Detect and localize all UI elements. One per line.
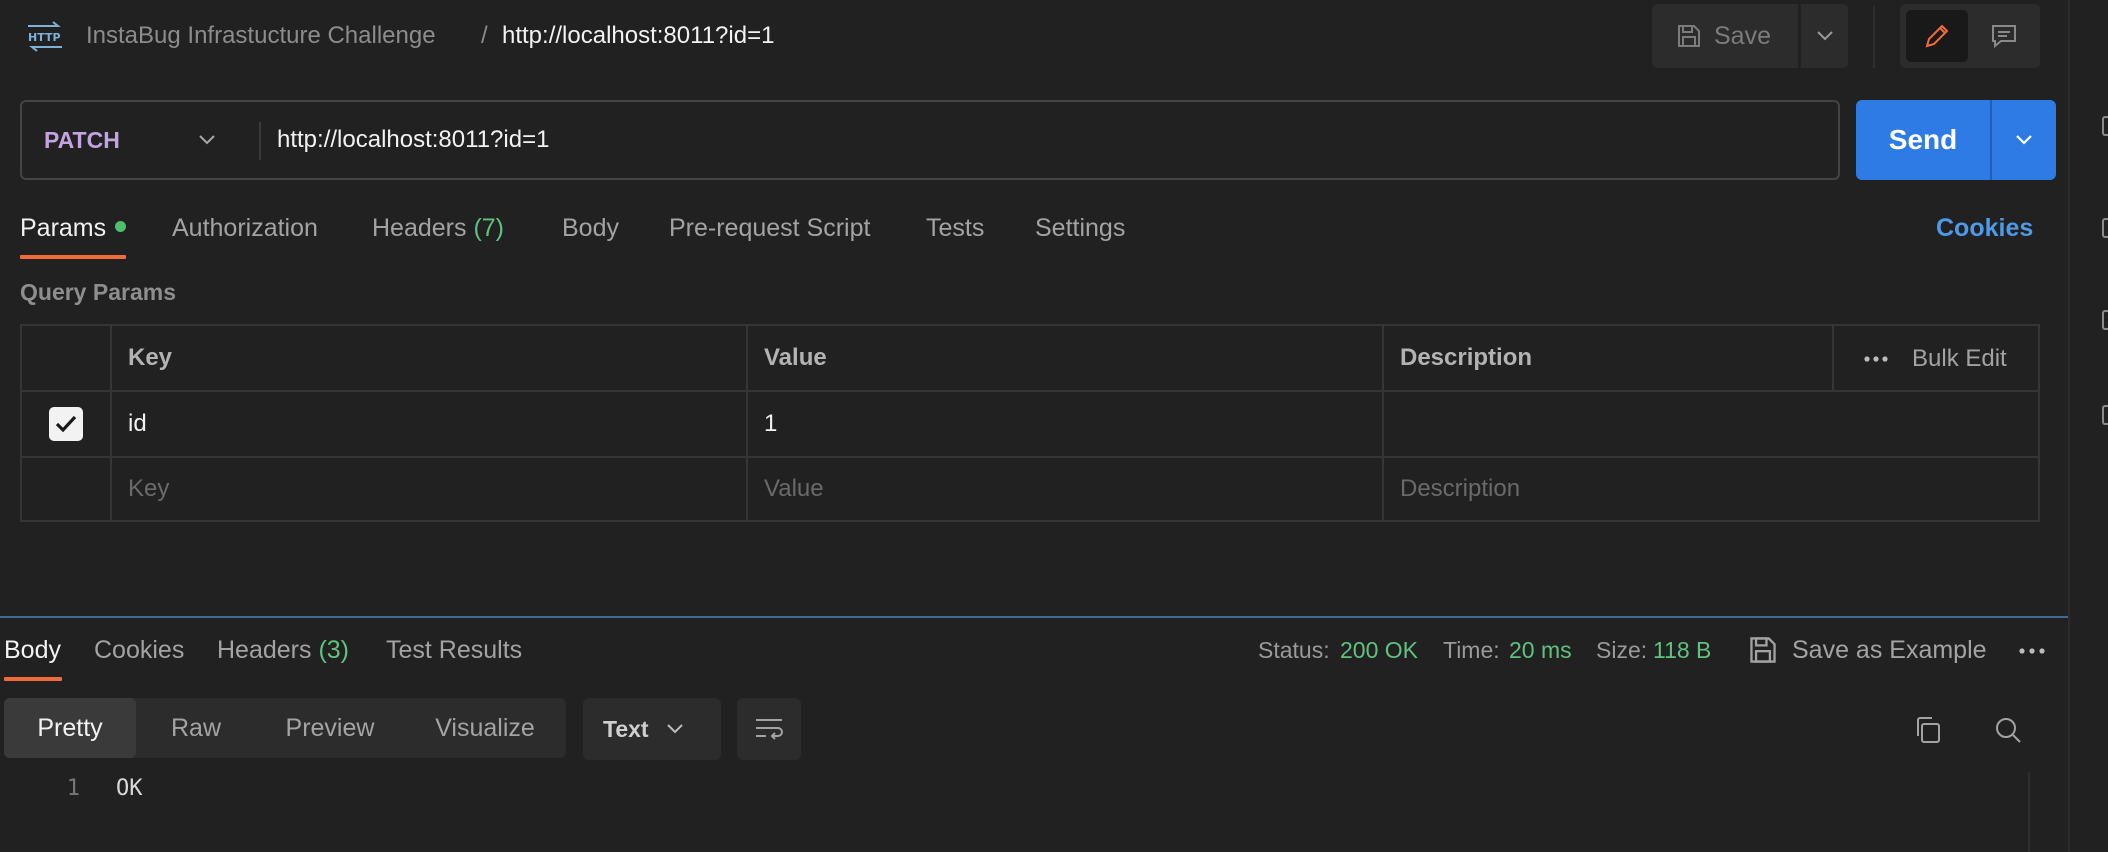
- breadcrumb-separator: /: [481, 22, 488, 49]
- comment-icon: [1992, 25, 2016, 49]
- size-value[interactable]: 118 B: [1653, 632, 1711, 668]
- search-icon[interactable]: [1988, 710, 2028, 750]
- comment-mode-button[interactable]: [1974, 10, 2034, 62]
- code-icon[interactable]: [2102, 218, 2108, 238]
- param-key-input[interactable]: id: [112, 392, 748, 456]
- word-wrap-button[interactable]: [737, 698, 801, 760]
- tab-params[interactable]: Params: [20, 210, 127, 246]
- chevron-down-icon: [666, 724, 683, 734]
- save-options-button[interactable]: [1801, 4, 1848, 68]
- response-tab-headers-count: (3): [318, 636, 350, 664]
- chevron-down-icon: [1816, 31, 1833, 41]
- language-select[interactable]: Text: [583, 698, 721, 760]
- format-visualize[interactable]: Visualize: [404, 698, 566, 758]
- empty-checkbox-cell: [22, 458, 112, 520]
- tab-authorization[interactable]: Authorization: [172, 210, 318, 246]
- size-label: Size:: [1596, 637, 1648, 663]
- more-options-icon[interactable]: [1856, 326, 1896, 392]
- language-label: Text: [603, 715, 649, 742]
- params-active-dot: [115, 220, 127, 232]
- new-description-placeholder[interactable]: Description: [1384, 458, 2038, 520]
- save-button[interactable]: Save: [1652, 4, 1798, 68]
- response-active-tab-indicator: [4, 677, 62, 681]
- column-header-value: Value: [748, 326, 1384, 390]
- save-button-group: Save: [1652, 4, 1848, 68]
- more-options-icon[interactable]: [2012, 636, 2052, 666]
- response-tab-headers-label: Headers: [217, 636, 312, 664]
- table-row: id 1: [22, 392, 2038, 458]
- line-number: 1: [66, 776, 80, 801]
- documentation-icon[interactable]: [2102, 116, 2108, 136]
- status-label: Status:: [1258, 637, 1330, 663]
- wrap-lines-icon: [756, 719, 783, 740]
- save-icon: [1676, 23, 1702, 49]
- svg-text:HTTP: HTTP: [28, 31, 61, 44]
- save-icon: [1748, 635, 1778, 665]
- http-icon: HTTP: [26, 20, 66, 52]
- time-label: Time:: [1443, 637, 1500, 663]
- related-icon[interactable]: [2102, 405, 2108, 425]
- tab-prerequest-script[interactable]: Pre-request Script: [669, 210, 870, 246]
- send-button[interactable]: Send: [1856, 100, 1990, 180]
- send-button-group: Send: [1856, 100, 2056, 180]
- row-checkbox-cell: [22, 392, 112, 456]
- copy-icon[interactable]: [1908, 710, 1948, 750]
- table-row-empty: Key Value Description: [22, 458, 2038, 520]
- cookies-link[interactable]: Cookies: [1936, 210, 2033, 246]
- tab-tests[interactable]: Tests: [926, 210, 984, 246]
- send-options-button[interactable]: [1992, 100, 2056, 180]
- save-as-example-button[interactable]: Save as Example: [1748, 630, 1987, 670]
- method-label: PATCH: [44, 126, 120, 153]
- url-divider: [259, 122, 261, 160]
- pencil-icon: [1925, 24, 1949, 48]
- right-sidebar: [2068, 0, 2108, 852]
- query-params-title: Query Params: [20, 279, 176, 305]
- tab-headers-count: (7): [473, 214, 505, 242]
- response-tab-cookies[interactable]: Cookies: [94, 632, 184, 668]
- header-checkbox-cell: [22, 326, 112, 390]
- param-value-input[interactable]: 1: [748, 392, 1384, 456]
- query-params-table: Key Value Description Bulk Edit id 1 Key…: [20, 324, 2040, 522]
- table-header-row: Key Value Description Bulk Edit: [22, 326, 2038, 392]
- save-as-example-label: Save as Example: [1792, 635, 1987, 664]
- method-chevron-down-icon[interactable]: [197, 126, 217, 154]
- column-header-key: Key: [112, 326, 748, 390]
- url-input[interactable]: http://localhost:8011?id=1: [277, 102, 1777, 178]
- format-mode-group: Pretty Raw Preview Visualize: [4, 698, 566, 758]
- bulk-edit-button[interactable]: Bulk Edit: [1912, 326, 2007, 392]
- format-raw[interactable]: Raw: [136, 698, 256, 758]
- tab-headers-label: Headers: [372, 214, 467, 242]
- param-description-input[interactable]: [1384, 392, 2038, 456]
- time-value[interactable]: 20 ms: [1509, 632, 1572, 668]
- response-body-line[interactable]: OK: [116, 772, 143, 806]
- new-key-placeholder[interactable]: Key: [112, 458, 748, 520]
- tab-body[interactable]: Body: [562, 210, 619, 246]
- mode-toggle-group: [1900, 4, 2040, 68]
- breadcrumb-collection[interactable]: InstaBug Infrastucture Challenge: [86, 18, 436, 54]
- param-enabled-checkbox[interactable]: [49, 407, 83, 441]
- tab-headers[interactable]: Headers (7): [372, 210, 504, 246]
- chevron-down-icon: [2016, 135, 2032, 145]
- response-tab-body[interactable]: Body: [4, 632, 61, 668]
- format-pretty[interactable]: Pretty: [4, 698, 136, 758]
- status-value[interactable]: 200 OK: [1340, 632, 1418, 668]
- new-value-placeholder[interactable]: Value: [748, 458, 1384, 520]
- info-icon[interactable]: [2102, 310, 2108, 330]
- response-tab-test-results[interactable]: Test Results: [386, 632, 522, 668]
- checkmark-icon: [55, 415, 77, 433]
- edit-mode-button[interactable]: [1906, 10, 1968, 62]
- pane-resize-handle[interactable]: [0, 616, 2068, 618]
- response-scrollbar[interactable]: [2028, 772, 2048, 852]
- url-bar: PATCH http://localhost:8011?id=1: [20, 100, 1840, 180]
- column-header-description: Description: [1384, 326, 1834, 390]
- format-preview[interactable]: Preview: [256, 698, 404, 758]
- tab-settings[interactable]: Settings: [1035, 210, 1125, 246]
- response-tab-headers[interactable]: Headers (3): [217, 632, 349, 668]
- header-divider: [1873, 6, 1875, 68]
- breadcrumb-request-name[interactable]: http://localhost:8011?id=1: [502, 18, 774, 54]
- save-label: Save: [1714, 21, 1771, 50]
- active-tab-indicator: [20, 255, 126, 259]
- tab-params-label: Params: [20, 214, 107, 242]
